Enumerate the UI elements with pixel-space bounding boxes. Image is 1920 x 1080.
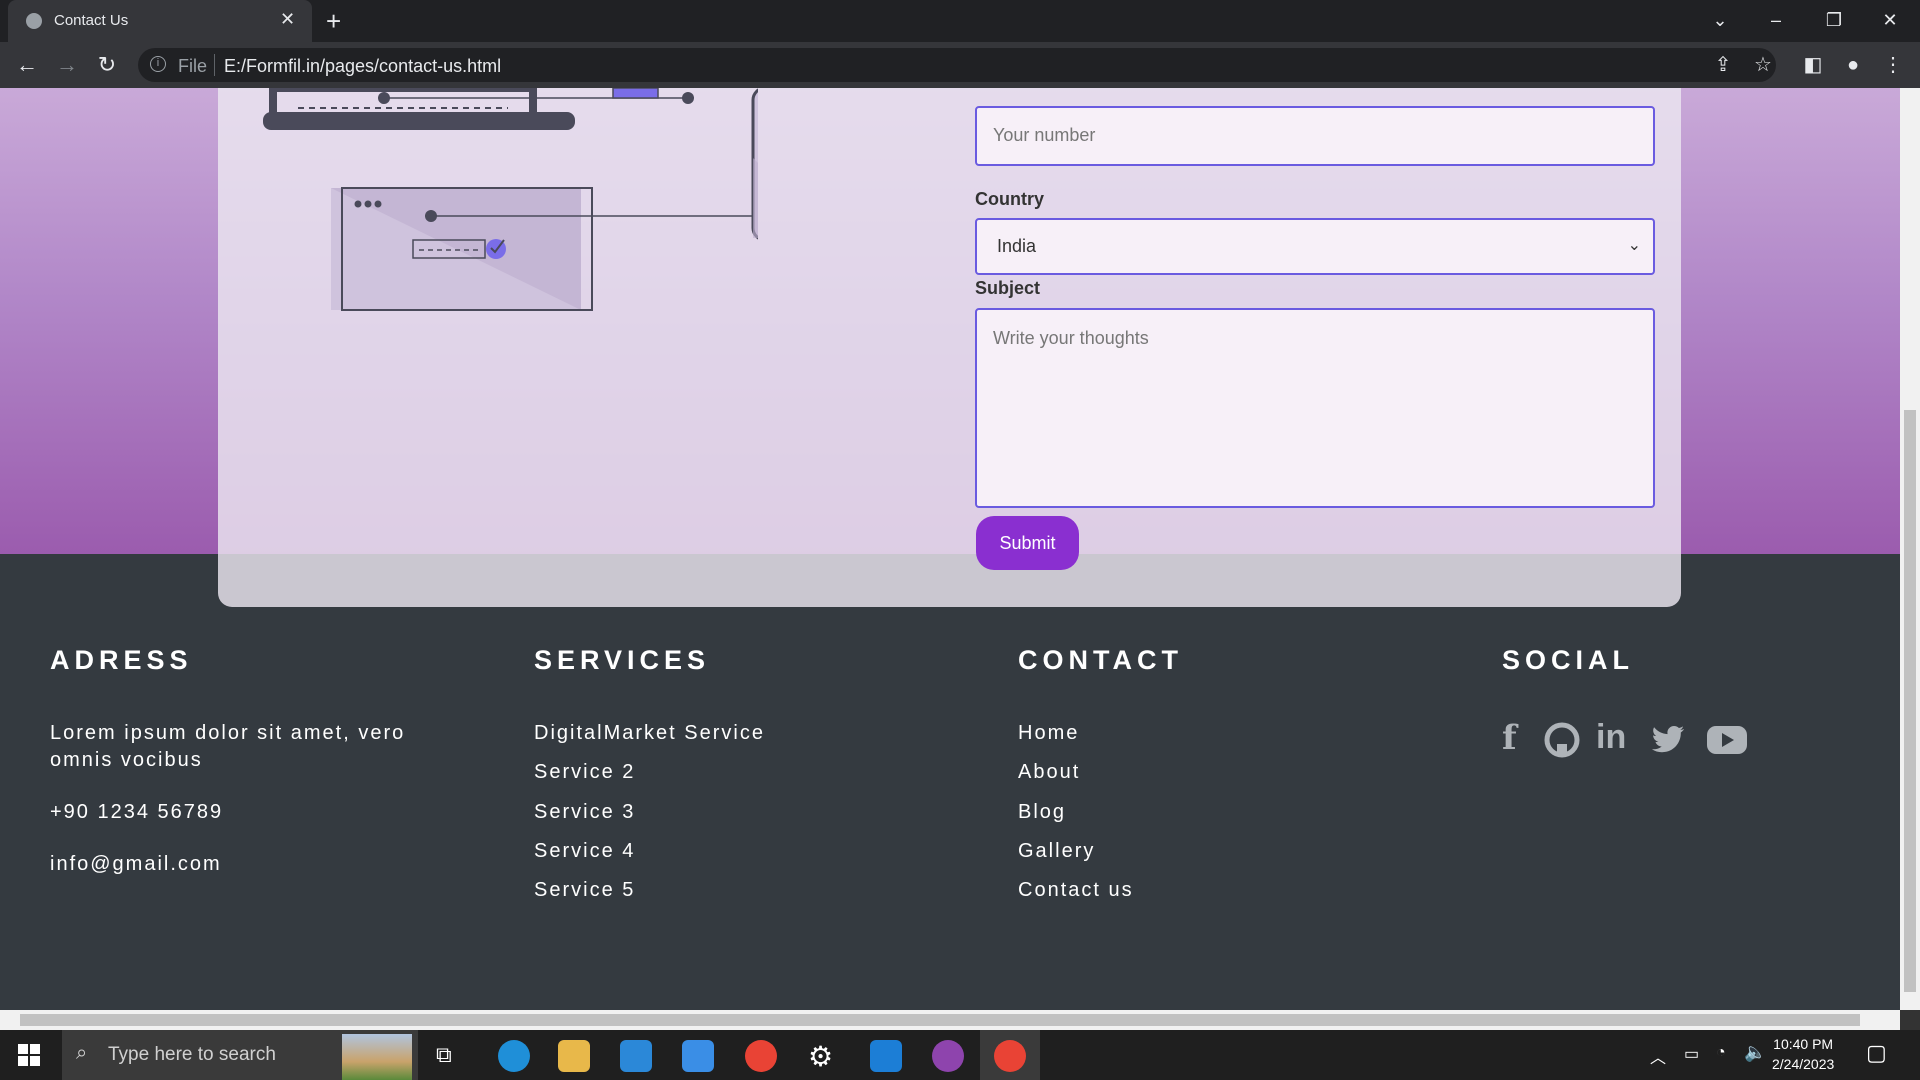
tab-strip: Contact Us ✕ + ⌄ – ❐ ✕ xyxy=(0,0,1920,42)
contact-link[interactable]: Blog xyxy=(1018,801,1066,824)
tray-chevron-icon[interactable]: ︿ xyxy=(1650,1044,1666,1068)
page-viewport: Your number Country India ⌄ Subject Writ… xyxy=(0,88,1900,1010)
tab-search-icon[interactable]: ⌄ xyxy=(1700,6,1740,34)
clock[interactable]: 10:40 PM 2/24/2023 xyxy=(1772,1034,1834,1074)
bookmark-star-icon[interactable]: ☆ xyxy=(1750,52,1776,78)
country-label: Country xyxy=(975,189,1044,209)
chrome-icon[interactable] xyxy=(745,1040,777,1072)
new-tab-button[interactable]: + xyxy=(326,6,341,36)
subject-label: Subject xyxy=(975,278,1041,298)
minimize-button[interactable]: – xyxy=(1756,6,1796,34)
clock-date: 2/24/2023 xyxy=(1772,1056,1835,1072)
country-value: India xyxy=(997,236,1037,256)
services-link[interactable]: Service 2 xyxy=(534,761,635,784)
contact-illustration xyxy=(263,88,758,311)
services-link[interactable]: Service 5 xyxy=(534,879,635,902)
vertical-scroll-thumb[interactable] xyxy=(1904,410,1916,992)
browser-toolbar: ← → ↻ i File E:/Formfil.in/pages/contact… xyxy=(0,42,1920,88)
edge-icon[interactable] xyxy=(498,1040,530,1072)
services-link[interactable]: Service 3 xyxy=(534,801,635,824)
address-phone: +90 1234 56789 xyxy=(50,801,224,823)
reload-button[interactable]: ↻ xyxy=(92,50,122,80)
services-heading: SERVICES xyxy=(534,645,711,675)
horizontal-scroll-thumb[interactable] xyxy=(20,1014,1860,1026)
side-panel-icon[interactable]: ◧ xyxy=(1800,52,1826,78)
taskbar-search-placeholder: Type here to search xyxy=(108,1044,276,1065)
store-icon[interactable] xyxy=(620,1040,652,1072)
address-email: info@gmail.com xyxy=(50,853,222,875)
contact-link[interactable]: About xyxy=(1018,761,1080,784)
clock-time: 10:40 PM xyxy=(1773,1036,1834,1052)
task-view-icon[interactable]: ⧉ xyxy=(436,1042,452,1068)
phone-input[interactable]: Your number xyxy=(975,106,1655,166)
windows-start-icon[interactable] xyxy=(18,1044,40,1066)
country-select[interactable]: India ⌄ xyxy=(975,218,1655,275)
mail-icon[interactable] xyxy=(682,1040,714,1072)
contact-link[interactable]: Gallery xyxy=(1018,840,1095,863)
github-desktop-icon[interactable] xyxy=(932,1040,964,1072)
search-highlight-image xyxy=(342,1034,412,1080)
tab-title: Contact Us xyxy=(54,12,129,29)
forward-button[interactable]: → xyxy=(52,50,82,80)
battery-icon[interactable]: ▭ xyxy=(1684,1044,1699,1064)
menu-icon[interactable]: ⋮ xyxy=(1880,52,1906,78)
network-icon[interactable]: ◔ xyxy=(1716,1044,1726,1062)
linkedin-icon[interactable]: in xyxy=(1596,718,1626,757)
submit-button[interactable]: Submit xyxy=(976,516,1079,570)
taskbar: ⌕ Type here to search ⧉ ⚙ ︿ ▭ ◔ 🔈 10:40 … xyxy=(0,1030,1920,1080)
contact-heading: CONTACT xyxy=(1018,645,1183,675)
profile-icon[interactable]: ● xyxy=(1840,52,1866,78)
chevron-down-icon: ⌄ xyxy=(1627,237,1641,254)
globe-icon xyxy=(26,13,42,29)
browser-tab[interactable]: Contact Us ✕ xyxy=(8,0,312,42)
vscode-icon[interactable] xyxy=(870,1040,902,1072)
settings-icon[interactable]: ⚙ xyxy=(808,1040,833,1073)
file-explorer-icon[interactable] xyxy=(558,1040,590,1072)
close-window-button[interactable]: ✕ xyxy=(1870,6,1910,34)
contact-link[interactable]: Home xyxy=(1018,722,1079,745)
address-bar[interactable]: i File E:/Formfil.in/pages/contact-us.ht… xyxy=(138,48,1776,82)
back-button[interactable]: ← xyxy=(12,50,42,80)
contact-card: Your number Country India ⌄ Subject Writ… xyxy=(218,88,1681,607)
close-tab-icon[interactable]: ✕ xyxy=(280,9,295,29)
social-heading: SOCIAL xyxy=(1502,645,1635,675)
taskbar-search-box[interactable]: ⌕ Type here to search xyxy=(62,1030,418,1080)
restore-button[interactable]: ❐ xyxy=(1814,6,1854,34)
volume-icon[interactable]: 🔈 xyxy=(1744,1042,1766,1063)
twitter-icon[interactable] xyxy=(1650,724,1686,756)
github-icon[interactable] xyxy=(1544,722,1580,758)
divider xyxy=(214,54,215,76)
subject-textarea[interactable]: Write your thoughts xyxy=(975,308,1655,508)
address-heading: ADRESS xyxy=(50,645,193,675)
facebook-icon[interactable]: f xyxy=(1502,718,1517,758)
contact-link[interactable]: Contact us xyxy=(1018,879,1134,902)
services-link[interactable]: Service 4 xyxy=(534,840,635,863)
address-text: Lorem ipsum dolor sit amet, vero omnis v… xyxy=(50,722,406,771)
services-link[interactable]: DigitalMarket Service xyxy=(534,722,765,745)
share-icon[interactable]: ⇪ xyxy=(1710,52,1736,78)
notification-icon[interactable]: ▢ xyxy=(1866,1040,1887,1066)
url-text[interactable]: E:/Formfil.in/pages/contact-us.html xyxy=(224,56,501,77)
youtube-icon[interactable] xyxy=(1706,724,1748,756)
info-icon[interactable]: i xyxy=(150,56,166,72)
file-label: File xyxy=(178,56,208,76)
search-icon: ⌕ xyxy=(76,1042,88,1064)
chrome-active-icon[interactable] xyxy=(994,1040,1026,1072)
